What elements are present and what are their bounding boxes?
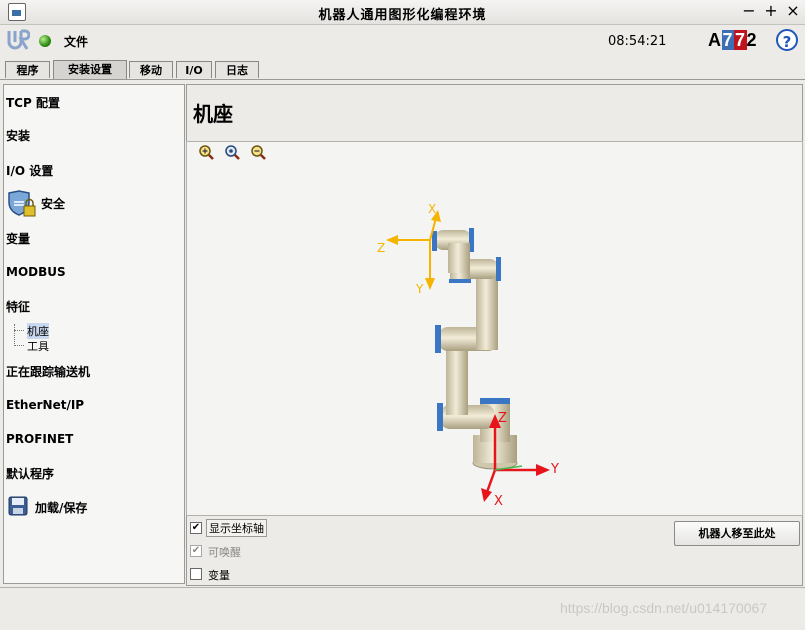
sidebar-item-safety[interactable]: 安全 — [41, 195, 65, 212]
tab-log[interactable]: 日志 — [215, 61, 259, 78]
robot-id-char-4: 2 — [746, 30, 758, 50]
safety-shield-icon — [8, 190, 36, 217]
tree-connector — [14, 345, 24, 347]
sidebar-item-conveyor-tracking[interactable]: 正在跟踪输送机 — [6, 363, 90, 380]
joggable-checkbox: ✔ — [190, 545, 202, 557]
sidebar-item-tcp-config[interactable]: TCP 配置 — [6, 94, 60, 111]
help-icon[interactable]: ? — [776, 29, 798, 51]
sidebar-item-ethernet-ip[interactable]: EtherNet/IP — [6, 398, 84, 412]
sidebar-item-mounting[interactable]: 安装 — [6, 127, 30, 144]
robot-id-char-2: 7 — [721, 30, 735, 50]
tab-program[interactable]: 程序 — [5, 61, 50, 78]
file-menu[interactable]: 文件 — [64, 33, 88, 50]
zoom-in-icon[interactable] — [198, 144, 214, 160]
joggable-label: 可唤醒 — [208, 546, 241, 559]
variable-label: 变量 — [208, 569, 230, 582]
robot-id-char-3: 7 — [734, 30, 747, 50]
tree-connector — [14, 324, 16, 346]
base-axis-z-label: Z — [498, 411, 507, 426]
variable-checkbox[interactable] — [190, 568, 202, 580]
sidebar-item-profinet[interactable]: PROFINET — [6, 432, 73, 446]
sidebar-item-features[interactable]: 特征 — [6, 298, 30, 315]
clock: 08:54:21 — [608, 34, 667, 49]
close-button[interactable]: × — [784, 2, 802, 20]
maximize-button[interactable]: + — [762, 2, 780, 20]
base-frame-axes — [481, 414, 550, 502]
show-axes-checkbox[interactable]: ✔ — [190, 522, 202, 534]
tool-axis-z-label: Z — [377, 241, 386, 255]
sidebar-item-default-program[interactable]: 默认程序 — [6, 465, 54, 482]
tab-installation[interactable]: 安装设置 — [53, 60, 127, 79]
sidebar-subitem-base[interactable]: 机座 — [27, 323, 49, 339]
zoom-out-icon[interactable] — [250, 144, 266, 160]
tool-axis-y-label: Y — [416, 282, 424, 296]
robot-serial-badge: A7 72 — [708, 30, 757, 51]
robot-id-char-1: A — [708, 30, 722, 50]
tree-connector — [14, 330, 24, 332]
sidebar-item-variables[interactable]: 变量 — [6, 230, 30, 247]
tab-io[interactable]: I/O — [176, 61, 212, 78]
app-icon — [8, 3, 26, 21]
sidebar-item-io-setup[interactable]: I/O 设置 — [6, 162, 53, 179]
window-title: 机器人通用图形化编程环境 — [318, 8, 487, 23]
page-title: 机座 — [193, 102, 233, 126]
zoom-reset-icon[interactable] — [224, 144, 240, 160]
ur-logo-icon — [7, 29, 30, 50]
show-axes-label: 显示坐标轴 — [206, 519, 267, 537]
tool-axis-x-label: X — [428, 202, 437, 216]
robot-status-icon[interactable] — [39, 35, 51, 47]
base-axis-x-label: X — [494, 494, 503, 509]
title-bar: 机器人通用图形化编程环境 — [0, 0, 805, 25]
watermark: https://blog.csdn.net/u014170067 — [560, 600, 768, 616]
base-axis-y-label: Y — [551, 462, 559, 477]
sidebar-item-load-save[interactable]: 加载/保存 — [35, 499, 87, 516]
sidebar-subitem-tool[interactable]: 工具 — [27, 338, 49, 354]
tab-move[interactable]: 移动 — [129, 61, 173, 78]
tool-frame-axes — [386, 210, 441, 290]
minimize-button[interactable]: − — [740, 2, 758, 20]
header-bar — [0, 25, 805, 57]
floppy-disk-icon — [8, 496, 28, 516]
move-robot-here-button[interactable]: 机器人移至此处 — [674, 521, 800, 546]
sidebar-item-modbus[interactable]: MODBUS — [6, 265, 66, 279]
